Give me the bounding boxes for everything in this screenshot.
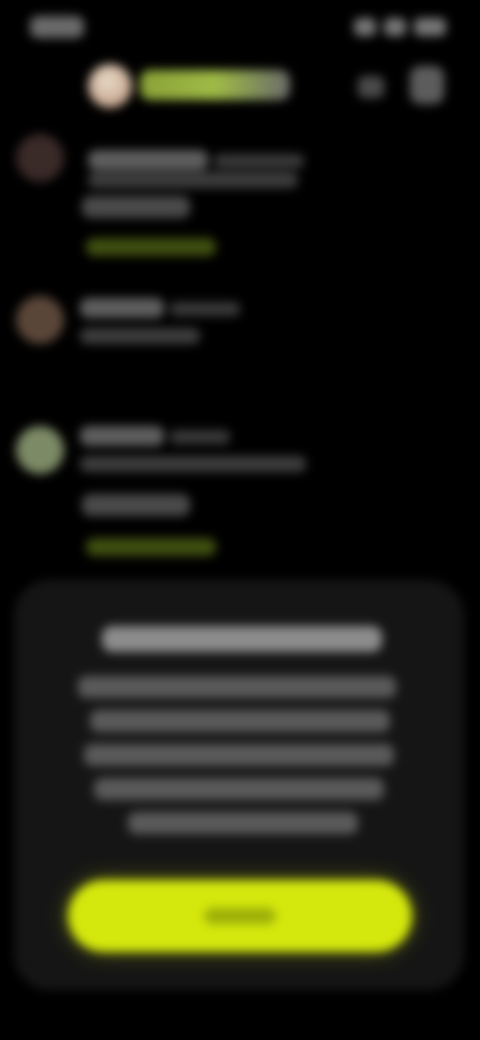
list-item[interactable] — [0, 120, 480, 280]
avatar[interactable] — [16, 134, 64, 182]
post-text — [88, 172, 298, 188]
modal-body-line — [78, 676, 396, 698]
status-time — [30, 16, 84, 38]
signal-icon — [354, 18, 376, 36]
post-stats — [82, 494, 190, 516]
post-link[interactable] — [86, 238, 216, 256]
status-icons — [354, 18, 446, 36]
post-meta — [170, 430, 230, 444]
post-link[interactable] — [86, 538, 216, 556]
post-stats — [82, 196, 190, 218]
post-text — [80, 328, 200, 344]
list-item[interactable] — [0, 418, 480, 578]
status-bar — [0, 0, 480, 56]
modal-sheet — [14, 580, 464, 990]
modal-title — [102, 626, 382, 652]
wifi-icon — [384, 18, 406, 36]
avatar[interactable] — [16, 426, 64, 474]
modal-body-line — [128, 812, 358, 834]
modal-body-line — [94, 778, 384, 800]
modal-body-line — [90, 710, 390, 732]
battery-icon — [414, 18, 446, 36]
post-text — [80, 456, 306, 472]
list-item[interactable] — [0, 288, 480, 408]
post-meta — [170, 302, 240, 316]
modal-body — [78, 676, 408, 846]
action-icon[interactable] — [358, 76, 384, 98]
continue-button[interactable] — [68, 880, 412, 952]
author-name — [80, 298, 164, 318]
header-title[interactable] — [140, 70, 290, 100]
menu-icon[interactable] — [410, 66, 444, 104]
post-meta — [214, 154, 304, 168]
author-name — [80, 426, 164, 446]
author-name — [88, 150, 208, 170]
continue-button-label — [204, 908, 276, 924]
avatar[interactable] — [88, 64, 132, 108]
avatar[interactable] — [16, 296, 64, 344]
header — [0, 56, 480, 114]
modal-body-line — [84, 744, 394, 766]
